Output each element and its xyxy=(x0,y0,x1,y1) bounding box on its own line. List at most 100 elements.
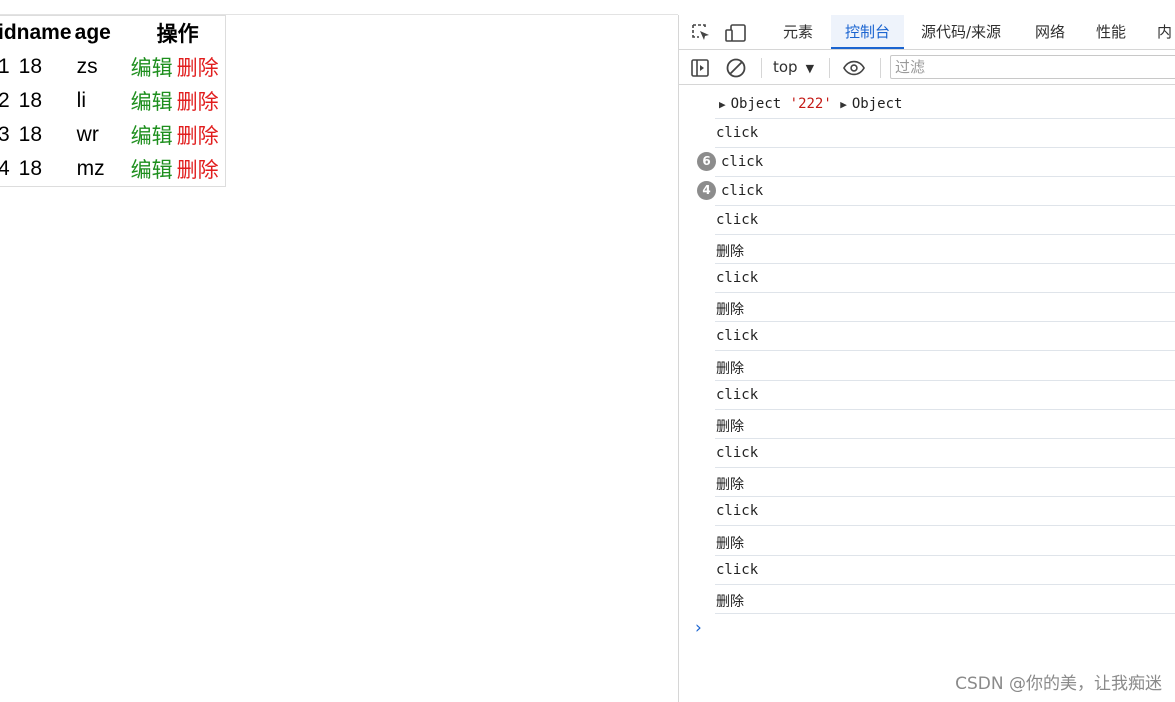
console-message: 删除 xyxy=(716,536,744,552)
edit-button[interactable]: 编辑 xyxy=(131,91,173,114)
header-id: id xyxy=(0,21,17,44)
console-message: click xyxy=(721,154,764,170)
console-line: click xyxy=(715,497,1175,526)
live-expression-eye-icon[interactable] xyxy=(843,57,865,79)
console-message: click xyxy=(716,125,759,141)
cell-age: 18 xyxy=(18,55,43,78)
console-toolbar: top ▼ xyxy=(679,50,1175,85)
tab-network[interactable]: 网络 xyxy=(1035,15,1065,49)
header-name: name xyxy=(16,21,72,44)
cell-actions: 编辑 删除 xyxy=(131,50,226,84)
console-message: click xyxy=(716,212,759,228)
console-message: click xyxy=(716,503,759,519)
console-message: click xyxy=(716,270,759,286)
context-label: top xyxy=(773,58,798,76)
edit-button[interactable]: 编辑 xyxy=(131,57,173,80)
dropdown-arrow-icon: ▼ xyxy=(805,62,815,75)
console-line: click xyxy=(715,322,1175,351)
header-actions: 操作 xyxy=(156,23,199,46)
table-row: 2 18 li 编辑 删除 xyxy=(0,84,225,118)
console-line: 删除 xyxy=(715,352,1175,381)
edit-button[interactable]: 编辑 xyxy=(131,159,173,182)
header-age: age xyxy=(74,21,111,44)
sidebar-toggle-icon[interactable] xyxy=(689,57,711,79)
page-content: id name age 操作 1 18 zs 编辑 删除 2 18 li 编辑 删除… xyxy=(0,15,678,702)
console-message: click xyxy=(716,562,759,578)
device-toolbar-icon[interactable] xyxy=(725,22,747,44)
cell-name: wr xyxy=(76,123,99,146)
tab-performance[interactable]: 性能 xyxy=(1096,15,1126,49)
context-selector[interactable]: top ▼ xyxy=(773,58,814,76)
tab-sources[interactable]: 源代码/来源 xyxy=(921,15,1001,49)
console-message: click xyxy=(716,328,759,344)
string-value: '222' xyxy=(789,96,832,112)
delete-button[interactable]: 删除 xyxy=(177,125,219,148)
console-line: click xyxy=(715,381,1175,410)
cell-age: 18 xyxy=(18,157,43,180)
devtools-tabbar: 元素 控制台 源代码/来源 网络 性能 内存 xyxy=(679,15,1175,75)
console-line: ▶ Object '222' ▶ Object xyxy=(715,85,1175,119)
console-message: 删除 xyxy=(716,361,744,377)
console-line: 删除 xyxy=(715,527,1175,556)
cell-actions: 编辑 删除 xyxy=(131,152,226,187)
table-header-row: id name age 操作 xyxy=(0,16,225,51)
repeat-count-badge: 4 xyxy=(697,181,716,200)
object-label[interactable]: Object xyxy=(852,96,903,112)
delete-button[interactable]: 删除 xyxy=(177,91,219,114)
repeat-count-badge: 6 xyxy=(697,152,716,171)
console-line: 删除 xyxy=(715,235,1175,264)
tab-memory[interactable]: 内存 xyxy=(1157,15,1175,75)
console-line-content: ▶ Object '222' ▶ Object xyxy=(719,96,902,112)
toolbar-separator xyxy=(761,58,762,78)
console-line: click xyxy=(715,439,1175,468)
cell-age: 18 xyxy=(18,89,43,112)
console-message: click xyxy=(721,183,764,199)
cell-name: li xyxy=(76,89,87,112)
table-row: 3 18 wr 编辑 删除 xyxy=(0,118,225,152)
tab-elements[interactable]: 元素 xyxy=(783,15,813,49)
cell-name: mz xyxy=(76,157,105,180)
cell-actions: 编辑 删除 xyxy=(131,118,226,152)
console-line: 6 click xyxy=(697,148,1175,177)
cell-id: 4 xyxy=(0,157,10,180)
watermark: CSDN @你的美，让我痴迷 xyxy=(955,674,1162,694)
toolbar-separator xyxy=(829,58,830,78)
console-line: 删除 xyxy=(715,410,1175,439)
expand-triangle-icon[interactable]: ▶ xyxy=(840,98,847,111)
cell-name: zs xyxy=(76,55,98,78)
tab-console[interactable]: 控制台 xyxy=(831,15,905,49)
console-line: 4 click xyxy=(697,177,1175,206)
delete-button[interactable]: 删除 xyxy=(177,159,219,182)
table-row: 4 18 mz 编辑 删除 xyxy=(0,152,225,187)
console-message: 删除 xyxy=(716,419,744,435)
cell-actions: 编辑 删除 xyxy=(131,84,226,118)
clear-console-icon[interactable] xyxy=(725,57,747,79)
console-line: click xyxy=(715,556,1175,585)
users-table: id name age 操作 1 18 zs 编辑 删除 2 18 li 编辑 删除… xyxy=(0,15,226,187)
console-message: click xyxy=(716,387,759,403)
cell-id: 1 xyxy=(0,55,10,78)
console-message: 删除 xyxy=(716,244,744,260)
edit-button[interactable]: 编辑 xyxy=(131,125,173,148)
console-message: click xyxy=(716,445,759,461)
console-line: 删除 xyxy=(715,293,1175,322)
console-message: 删除 xyxy=(716,594,744,610)
inspect-element-icon[interactable] xyxy=(690,22,712,44)
cell-id: 2 xyxy=(0,89,10,112)
cell-id: 3 xyxy=(0,123,10,146)
console-message: 删除 xyxy=(716,302,744,318)
object-label[interactable]: Object xyxy=(731,96,782,112)
console-message: 删除 xyxy=(716,477,744,493)
console-line: 删除 xyxy=(715,585,1175,614)
console-line: click xyxy=(715,264,1175,293)
console-output: ▶ Object '222' ▶ Object click 6 click 4 click c… xyxy=(679,85,1175,702)
cell-age: 18 xyxy=(18,123,43,146)
console-line: click xyxy=(715,206,1175,235)
console-prompt-icon[interactable]: › xyxy=(695,618,702,638)
devtools-panel: 元素 控制台 源代码/来源 网络 性能 内存 top ▼ ▶ Object '222… xyxy=(678,15,1175,702)
expand-triangle-icon[interactable]: ▶ xyxy=(719,98,726,111)
console-line: click xyxy=(715,119,1175,148)
console-line: 删除 xyxy=(715,468,1175,497)
delete-button[interactable]: 删除 xyxy=(177,57,219,80)
filter-input[interactable] xyxy=(890,55,1175,79)
